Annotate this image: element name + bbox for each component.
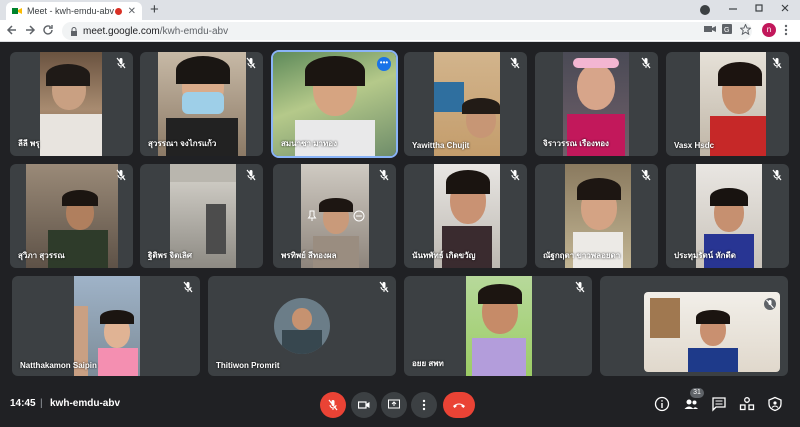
participant-name: สุวรรณา จงไกรแก้ว (148, 139, 217, 148)
browser-titlebar: Meet - kwh-emdu-abv ✕ + (0, 0, 800, 20)
camera-icon (358, 401, 370, 409)
remove-icon[interactable] (353, 210, 365, 222)
divider: | (40, 398, 43, 409)
url-host: meet.google.com (83, 25, 160, 37)
mic-off-icon (246, 169, 256, 181)
address-bar[interactable]: meet.google.com/kwh-emdu-abv (62, 22, 752, 40)
mic-off-icon (641, 57, 651, 69)
recording-indicator-icon (114, 7, 122, 15)
participant-name: Yawittha Chujit (412, 141, 470, 150)
self-video (644, 292, 780, 372)
participant-tile[interactable]: ประทุมรัตน์ หักดีด (666, 164, 789, 268)
toggle-camera-button[interactable] (351, 392, 377, 418)
participant-tile[interactable]: นันทพัทธ์ เกิดขวัญ (404, 164, 527, 268)
participant-tile[interactable]: จิราวรรณ เรืองทอง (535, 52, 658, 156)
mic-off-icon (379, 169, 389, 181)
forward-icon[interactable] (24, 23, 36, 37)
host-controls-icon[interactable] (767, 396, 783, 412)
participant-avatar (274, 298, 330, 354)
people-icon[interactable] (683, 396, 699, 412)
meeting-time: 14:45 (10, 398, 36, 409)
browser-tab[interactable]: Meet - kwh-emdu-abv ✕ (6, 2, 142, 20)
more-options-icon[interactable]: ••• (377, 57, 391, 71)
leave-call-button[interactable] (443, 392, 475, 418)
tab-close-icon[interactable]: ✕ (128, 6, 136, 17)
participant-tile[interactable]: Vasx Hsdc (666, 52, 789, 156)
participant-name: ฐิติพร จิตเลิศ (148, 251, 192, 260)
participant-video (466, 276, 532, 376)
activities-icon[interactable] (739, 396, 755, 412)
browser-menu-icon[interactable] (784, 24, 788, 36)
mic-off-icon (379, 281, 389, 293)
participant-name: ณัฐกฤตา ขาวพลอยดา (543, 251, 621, 260)
translate-icon[interactable]: G (722, 24, 732, 34)
mic-off-icon (246, 57, 256, 69)
present-icon (388, 399, 400, 409)
participant-tile[interactable]: พรทิพย์ สีทองผล (273, 164, 396, 268)
mic-off-icon (116, 169, 126, 181)
mic-off-icon (575, 281, 585, 293)
camera-in-use-icon[interactable] (704, 24, 716, 34)
mic-off-icon (772, 57, 782, 69)
mic-off-icon (772, 169, 782, 181)
participant-tile[interactable]: ลีลี พรุ (10, 52, 133, 156)
mic-off-icon (510, 57, 520, 69)
present-screen-button[interactable] (381, 392, 407, 418)
participant-name: นันทพัทธ์ เกิดขวัญ (412, 251, 476, 260)
participant-tile[interactable]: ณัฐกฤตา ขาวพลอยดา (535, 164, 658, 268)
participant-tile[interactable]: Natthakamon Saipin (12, 276, 200, 376)
participant-name: Vasx Hsdc (674, 141, 715, 150)
lock-icon (71, 26, 77, 36)
bookmark-star-icon[interactable] (740, 24, 751, 35)
profile-avatar[interactable]: n (762, 23, 776, 37)
participant-name: อยย สพท (412, 359, 444, 368)
mic-off-icon (116, 57, 126, 69)
participant-tile[interactable]: Thitiwon Promrit (208, 276, 396, 376)
participant-tile[interactable]: สุวิภา สุวรรณ (10, 164, 133, 268)
meeting-code: kwh-emdu-abv (50, 398, 121, 409)
reload-icon[interactable] (42, 23, 54, 37)
media-indicator-icon[interactable] (700, 5, 710, 15)
participant-tile[interactable]: อยย สพท (404, 276, 592, 376)
mic-off-icon (328, 399, 338, 411)
hang-up-icon (453, 403, 465, 408)
new-tab-button[interactable]: + (150, 1, 159, 18)
back-icon[interactable] (6, 23, 18, 37)
participant-tile[interactable]: ฐิติพร จิตเลิศ (140, 164, 263, 268)
participant-count-badge: 31 (690, 388, 704, 398)
mic-off-icon (764, 298, 776, 310)
participant-name: Natthakamon Saipin (20, 361, 97, 370)
restore-icon[interactable] (754, 3, 764, 13)
mic-off-icon (641, 169, 651, 181)
self-view-tile[interactable] (600, 276, 788, 376)
participant-name: สมนาซา มาทอง (281, 139, 338, 148)
participant-name: ลีลี พรุ (18, 139, 40, 148)
participant-name: พรทิพย์ สีทองผล (281, 251, 337, 260)
toggle-mic-button[interactable] (320, 392, 346, 418)
more-options-button[interactable] (411, 392, 437, 418)
participant-video (40, 52, 102, 156)
participant-name: สุวิภา สุวรรณ (18, 251, 65, 260)
more-vert-icon (422, 399, 426, 411)
meeting-details-icon[interactable] (654, 396, 670, 412)
window-close-icon[interactable] (780, 3, 790, 13)
pin-icon[interactable] (307, 210, 317, 222)
participant-tile-active-speaker[interactable]: ••• สมนาซา มาทอง (271, 50, 398, 158)
chat-icon[interactable] (711, 396, 727, 412)
meet-favicon-icon (12, 8, 22, 14)
mic-off-icon (183, 281, 193, 293)
mic-off-icon (510, 169, 520, 181)
participant-tile[interactable]: Yawittha Chujit (404, 52, 527, 156)
participant-tile[interactable]: สุวรรณา จงไกรแก้ว (140, 52, 263, 156)
participant-name: Thitiwon Promrit (216, 361, 280, 370)
svg-text:G: G (724, 27, 729, 34)
tab-title: Meet - kwh-emdu-abv (27, 6, 115, 16)
participant-name: ประทุมรัตน์ หักดีด (674, 251, 736, 260)
minimize-icon[interactable] (728, 3, 738, 13)
meeting-control-bar: 14:45 | kwh-emdu-abv (0, 384, 800, 427)
browser-toolbar: meet.google.com/kwh-emdu-abv G n (0, 20, 800, 42)
participant-name: จิราวรรณ เรืองทอง (543, 139, 609, 148)
url-path: /kwh-emdu-abv (159, 25, 229, 37)
